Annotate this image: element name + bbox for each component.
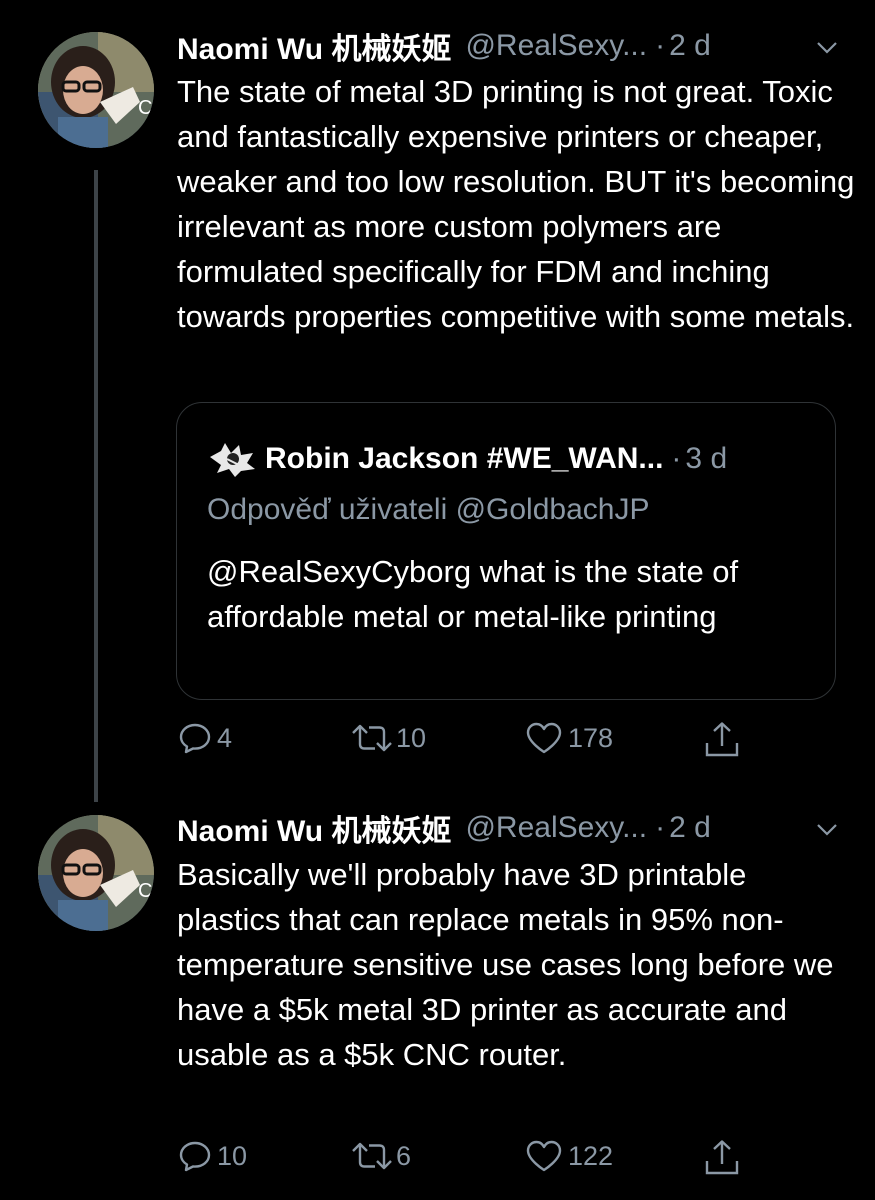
reply-button[interactable]: 10 [177, 1138, 247, 1174]
like-count: 178 [568, 722, 614, 753]
retweet-count: 10 [396, 722, 427, 753]
separator: · [655, 29, 666, 62]
tweet-text: Basically we'll probably have 3D printab… [177, 857, 834, 1072]
tweet[interactable]: C Naomi Wu 机械妖姬 @RealSexy... · 2 d Basic… [0, 800, 875, 1200]
avatar[interactable]: C [38, 815, 154, 931]
retweet-icon [352, 724, 392, 752]
tweet[interactable]: C Naomi Wu 机械妖姬 @RealSexy... · 2 d The s… [0, 0, 875, 800]
like-count: 122 [568, 1140, 614, 1171]
quoted-tweet[interactable]: Robin Jackson #WE_WAN... · 3 d Odpověď u… [176, 402, 836, 700]
like-button[interactable]: 122 [524, 1138, 613, 1174]
quoted-tweet-text: @RealSexyCyborg what is the state of aff… [207, 554, 739, 634]
retweet-button[interactable]: 6 [348, 1138, 411, 1174]
quoted-tweet-header: Robin Jackson #WE_WAN... · 3 d [207, 439, 727, 479]
separator: · [671, 442, 682, 475]
retweet-icon [352, 1142, 392, 1170]
like-icon [526, 722, 562, 754]
author-handle[interactable]: @RealSexy... [465, 811, 647, 845]
timestamp[interactable]: 2 d [669, 29, 711, 63]
share-button[interactable] [702, 1138, 742, 1178]
svg-text:C: C [138, 880, 152, 902]
timestamp[interactable]: 2 d [669, 811, 711, 845]
reply-count: 10 [217, 1140, 248, 1171]
retweet-count: 6 [396, 1140, 412, 1171]
share-icon [705, 722, 739, 757]
author-name[interactable]: Naomi Wu 机械妖姬 [177, 24, 451, 68]
quoted-timestamp[interactable]: 3 d [685, 442, 727, 476]
svg-text:C: C [138, 97, 152, 119]
reply-context: Odpověď uživateli @GoldbachJP [207, 493, 650, 526]
avatar[interactable]: C [38, 32, 154, 148]
quoted-author-name[interactable]: Robin Jackson #WE_WAN... [265, 442, 663, 476]
like-icon [526, 1140, 562, 1172]
like-button[interactable]: 178 [524, 720, 613, 756]
chevron-down-icon[interactable] [812, 32, 842, 62]
author-handle[interactable]: @RealSexy... [465, 29, 647, 63]
share-button[interactable] [702, 720, 742, 760]
tweet-header: Naomi Wu 机械妖姬 @RealSexy... · 2 d [177, 808, 711, 848]
tweet-header: Naomi Wu 机械妖姬 @RealSexy... · 2 d [177, 26, 711, 66]
reply-button[interactable]: 4 [177, 720, 232, 756]
reply-count: 4 [217, 722, 233, 753]
author-name[interactable]: Naomi Wu 机械妖姬 [177, 806, 451, 850]
avatar[interactable] [207, 439, 257, 479]
retweet-button[interactable]: 10 [348, 720, 426, 756]
tweet-text: The state of metal 3D printing is not gr… [177, 74, 855, 334]
reply-icon [179, 1141, 211, 1172]
share-icon [705, 1140, 739, 1175]
separator: · [655, 811, 666, 844]
tweet-actions: 10 6 122 [0, 1138, 875, 1182]
reply-icon [179, 723, 211, 754]
tweet-actions: 4 10 178 [0, 720, 875, 764]
chevron-down-icon[interactable] [812, 814, 842, 844]
